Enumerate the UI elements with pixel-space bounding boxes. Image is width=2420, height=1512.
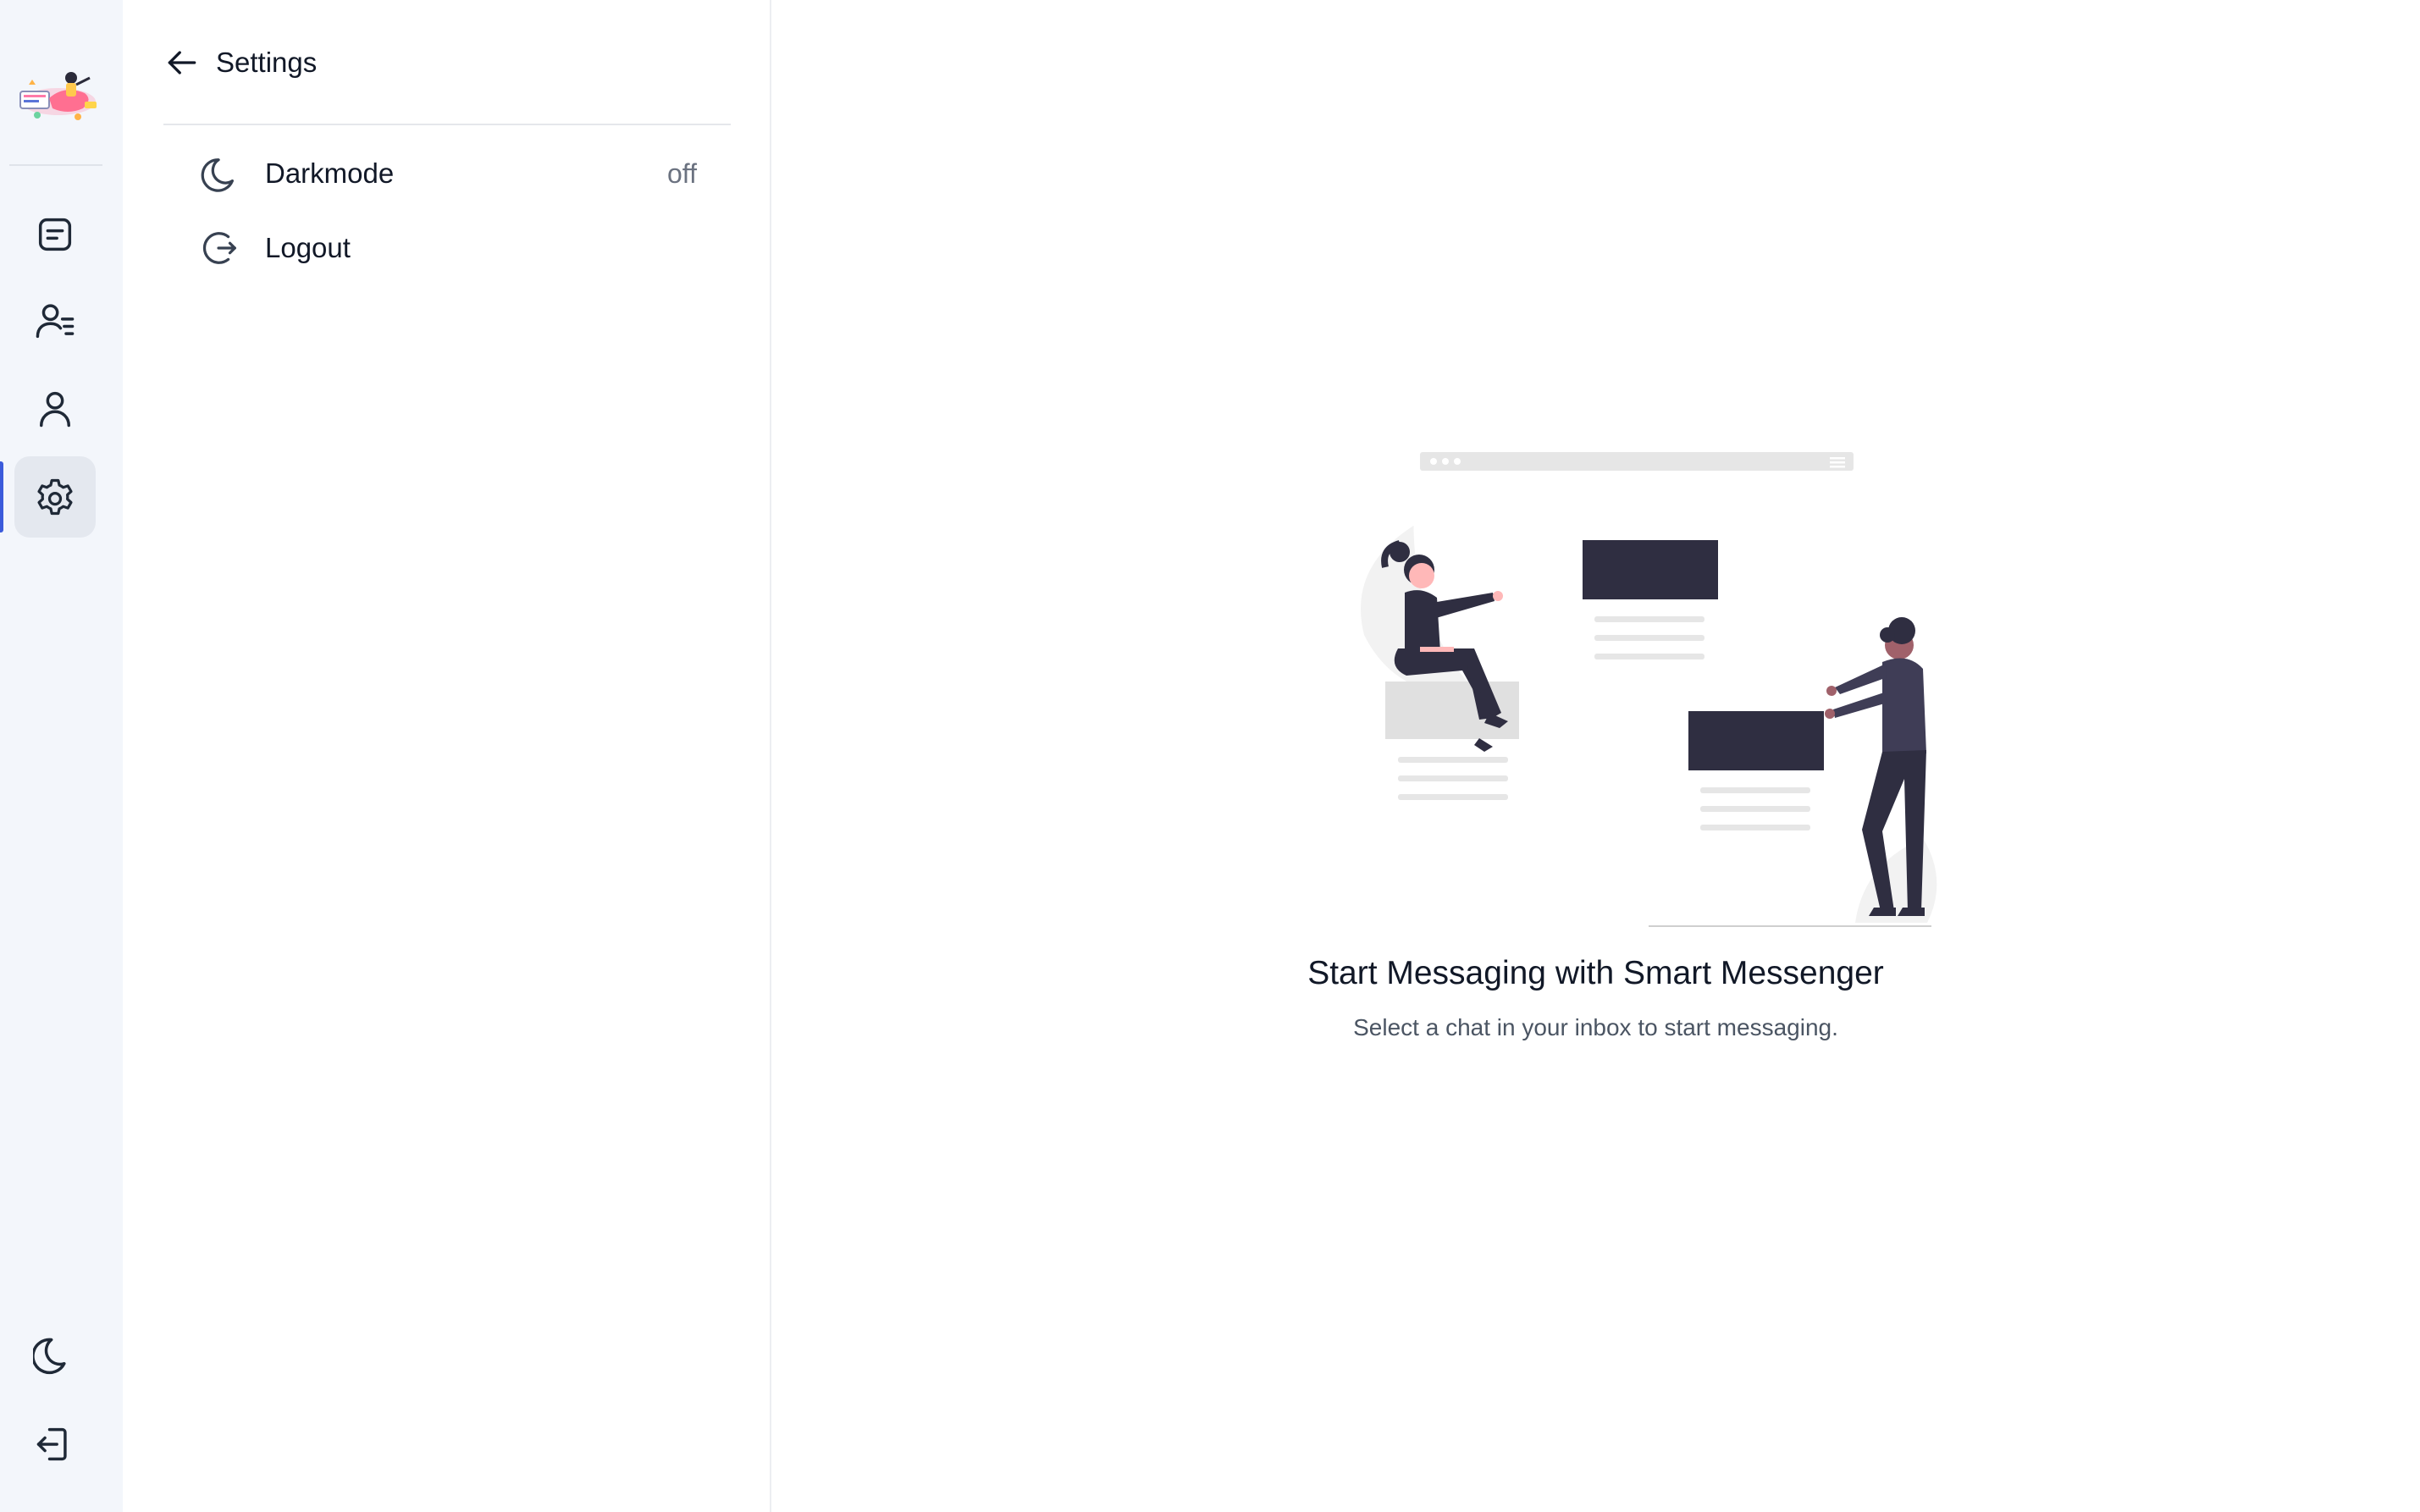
chat-icon [38, 218, 72, 251]
logout-circle-icon [202, 232, 236, 264]
setting-darkmode-label: Darkmode [265, 157, 395, 189]
rail-profile-button[interactable] [14, 368, 96, 450]
setting-logout-label: Logout [265, 232, 351, 263]
icon-rail [0, 0, 123, 1512]
settings-panel: Settings Darkmode off Logout [123, 0, 771, 1512]
setting-logout[interactable]: Logout [201, 218, 697, 278]
rail-darkmode-button[interactable] [14, 1316, 96, 1397]
settings-divider [163, 124, 731, 125]
setting-darkmode[interactable]: Darkmode off [201, 144, 697, 203]
app-root: Settings Darkmode off Logout Start Messa… [0, 0, 2420, 1512]
gear-icon [37, 478, 73, 516]
arrow-left-icon [168, 51, 196, 74]
empty-state-illustration [1271, 440, 1948, 931]
settings-title: Settings [216, 47, 318, 78]
moon-icon [33, 1338, 66, 1375]
active-indicator [0, 461, 3, 533]
settings-back-button[interactable]: Settings [163, 37, 317, 88]
setting-darkmode-value: off [667, 157, 697, 189]
rail-settings-button[interactable] [14, 456, 96, 538]
empty-state-subtitle: Select a chat in your inbox to start mes… [1353, 1014, 1838, 1040]
contacts-list-icon [36, 304, 75, 339]
moon-icon [201, 158, 235, 192]
main-content: Start Messaging with Smart Messenger Sel… [771, 0, 2420, 1512]
logout-icon [36, 1427, 67, 1461]
rail-logout-button[interactable] [14, 1404, 96, 1485]
app-logo[interactable] [12, 59, 102, 132]
rail-contacts-button[interactable] [14, 280, 96, 361]
empty-state-title: Start Messaging with Smart Messenger [1307, 955, 1884, 991]
user-icon [40, 391, 70, 428]
rail-chats-button[interactable] [14, 194, 96, 275]
rail-divider [9, 164, 102, 166]
